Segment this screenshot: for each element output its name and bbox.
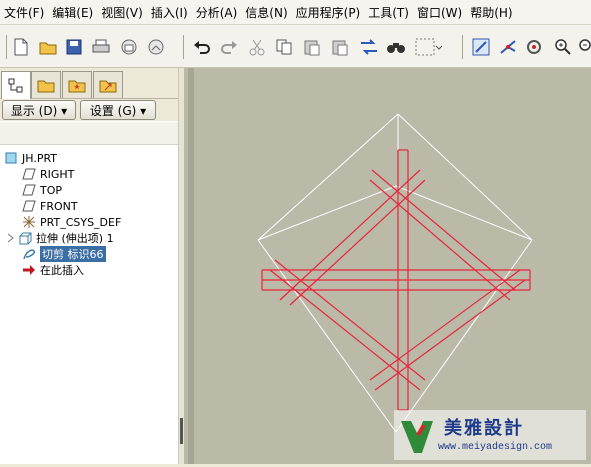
- tree-node-top[interactable]: TOP: [22, 182, 62, 198]
- favorites-icon: [68, 80, 86, 93]
- find-binoculars-icon[interactable]: [386, 37, 406, 57]
- tree-node-csys[interactable]: PRT_CSYS_DEF: [22, 214, 121, 230]
- csys-icon: [22, 215, 36, 229]
- cut-icon[interactable]: [247, 37, 267, 57]
- favorites-tab[interactable]: [62, 71, 92, 98]
- bounding-box-edge: [395, 185, 533, 241]
- tree-node-label: TOP: [40, 183, 63, 197]
- paste-special-icon[interactable]: [330, 37, 350, 57]
- toolbar-separator: [462, 35, 463, 59]
- tree-node-label: JH.PRT: [22, 151, 58, 165]
- datum-plane-icon: [22, 183, 36, 197]
- model-edge: [371, 169, 516, 291]
- navigator-tabs: [0, 68, 183, 99]
- settings-dropdown[interactable]: 设置 (G) ▾: [80, 100, 156, 120]
- save-icon[interactable]: [64, 37, 84, 57]
- orient-mode-icon[interactable]: [525, 37, 545, 57]
- tree-node-insert-here[interactable]: 在此插入: [22, 262, 84, 278]
- tree-node-right[interactable]: RIGHT: [22, 166, 74, 182]
- tree-node-label: RIGHT: [40, 167, 75, 181]
- regenerate-icon[interactable]: [359, 37, 379, 57]
- sash-handle[interactable]: [180, 418, 183, 444]
- print-icon[interactable]: [91, 37, 111, 57]
- model-tree-panel: 显示 (D) ▾ 设置 (G) ▾ JH.PRT RIGHT TOP FRONT…: [0, 68, 183, 464]
- new-file-icon[interactable]: [11, 37, 31, 57]
- cut-icon: [22, 247, 36, 261]
- tree-toolbar: 显示 (D) ▾ 设置 (G) ▾: [0, 99, 183, 121]
- expand-arrow-icon[interactable]: [6, 231, 16, 245]
- menu-applications[interactable]: 应用程序(P): [292, 4, 365, 21]
- zoom-out-icon[interactable]: [576, 37, 591, 57]
- tree-header-strip: [0, 122, 178, 145]
- toolbar-separator: [183, 35, 184, 59]
- graphics-viewport[interactable]: [184, 68, 591, 464]
- watermark-url: www.meiyadesign.com: [438, 442, 553, 453]
- tree-node-front[interactable]: FRONT: [22, 198, 78, 214]
- watermark-mark-icon: [401, 421, 433, 453]
- menu-window[interactable]: 窗口(W): [413, 4, 466, 21]
- bounding-box-edge: [257, 239, 397, 433]
- menu-help[interactable]: 帮助(H): [466, 4, 516, 21]
- show-dropdown[interactable]: 显示 (D) ▾: [2, 100, 76, 120]
- zoom-in-icon[interactable]: [553, 37, 573, 57]
- tree-node-label: 在此插入: [40, 264, 84, 277]
- tree-node-part[interactable]: JH.PRT: [4, 150, 57, 166]
- model-tree-tab[interactable]: [1, 71, 31, 99]
- datum-plane-icon: [22, 167, 36, 181]
- model-edge: [369, 179, 511, 301]
- watermark-logo: 美雅設計 www.meiyadesign.com: [394, 410, 586, 460]
- insert-here-arrow-icon: [22, 263, 36, 277]
- menu-info[interactable]: 信息(N): [241, 4, 291, 21]
- redo-icon[interactable]: [219, 37, 239, 57]
- folder-browser-icon: [37, 80, 55, 93]
- tree-node-label: 拉伸 (伸出项) 1: [36, 232, 114, 245]
- menu-file[interactable]: 文件(F): [0, 4, 48, 21]
- main-toolbar: [0, 25, 591, 68]
- undo-icon[interactable]: [192, 37, 212, 57]
- tree-node-label: PRT_CSYS_DEF: [40, 215, 122, 229]
- bounding-box-edge: [257, 113, 399, 241]
- model-tree-icon: [8, 78, 23, 92]
- model-edge: [289, 179, 426, 306]
- spin-center-icon[interactable]: [498, 37, 518, 57]
- copy-icon[interactable]: [274, 37, 294, 57]
- menu-analysis[interactable]: 分析(A): [192, 4, 242, 21]
- menu-edit[interactable]: 编辑(E): [48, 4, 97, 21]
- selection-box-icon[interactable]: [414, 37, 442, 57]
- bounding-box-edge: [395, 239, 533, 433]
- send-mail-icon[interactable]: [119, 37, 139, 57]
- watermark-title: 美雅設計: [444, 418, 524, 439]
- tree-node-label: FRONT: [40, 199, 78, 213]
- menu-view[interactable]: 视图(V): [97, 4, 147, 21]
- open-folder-icon[interactable]: [38, 37, 58, 57]
- tree-node-extrude[interactable]: 拉伸 (伸出项) 1: [6, 230, 114, 246]
- toolbar-grip: [6, 35, 7, 59]
- repaint-icon[interactable]: [471, 37, 491, 57]
- model-wireframe: [257, 113, 533, 433]
- tree-node-label: 切剪 标识66: [40, 246, 106, 262]
- tree-node-cut[interactable]: 切剪 标识66: [22, 246, 106, 262]
- connections-icon: [99, 80, 117, 93]
- model-edge: [274, 259, 426, 381]
- menu-bar: 文件(F) 编辑(E) 视图(V) 插入(I) 分析(A) 信息(N) 应用程序…: [0, 0, 591, 25]
- datum-plane-icon: [22, 199, 36, 213]
- folder-browser-tab[interactable]: [31, 71, 61, 98]
- part-icon: [4, 151, 18, 165]
- send-mail-attachment-icon[interactable]: [146, 37, 166, 57]
- viewport-left-edge: [188, 68, 194, 464]
- paste-icon[interactable]: [302, 37, 322, 57]
- menu-tools[interactable]: 工具(T): [364, 4, 413, 21]
- connections-tab[interactable]: [93, 71, 123, 98]
- bounding-box-edge: [257, 185, 397, 241]
- menu-insert[interactable]: 插入(I): [147, 4, 192, 21]
- extrude-icon: [18, 231, 32, 245]
